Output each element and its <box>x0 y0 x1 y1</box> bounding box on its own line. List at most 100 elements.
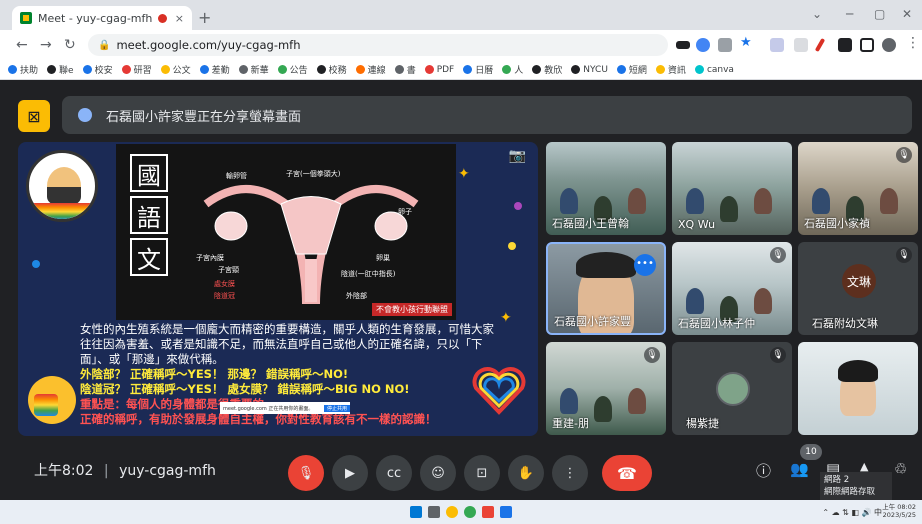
bookmark-label: 教欣 <box>544 66 563 76</box>
bookmark-item[interactable]: 教欣 <box>532 63 562 76</box>
participant-tile[interactable]: 🎙 石磊國小林子仲 <box>672 242 792 335</box>
bookmark-label: 差勤 <box>211 66 230 76</box>
minimize-button[interactable]: ─ <box>846 7 853 21</box>
leave-call-button[interactable]: ☎ <box>602 455 652 491</box>
chrome-icon[interactable] <box>446 506 458 518</box>
url-text: meet.google.com/yuy-cgag-mfh <box>116 38 301 52</box>
close-window-button[interactable]: ✕ <box>902 7 912 21</box>
camera-indicator-icon[interactable] <box>676 41 690 49</box>
bookmark-icon <box>82 65 92 74</box>
mic-off-icon: 🎙 <box>297 465 315 481</box>
participant-tile[interactable] <box>798 342 918 435</box>
mic-toggle-button[interactable]: 🎙 <box>288 455 324 491</box>
bookmark-icon <box>571 65 581 74</box>
participant-video <box>838 360 878 382</box>
profile-avatar[interactable] <box>882 38 896 52</box>
extension-icon[interactable] <box>770 38 784 52</box>
participant-video <box>594 396 612 422</box>
bookmark-item[interactable]: 公文 <box>160 63 191 76</box>
start-icon[interactable] <box>410 506 422 518</box>
google-icon[interactable] <box>696 38 710 52</box>
menu-kebab-icon[interactable]: ⋮ <box>906 35 920 51</box>
bookmark-icon <box>199 65 209 74</box>
bookmark-item[interactable]: 短網 <box>616 63 647 76</box>
raise-hand-button[interactable]: ✋ <box>508 455 544 491</box>
decor-dot <box>32 260 40 268</box>
tab-meet[interactable]: Meet - yuy-cgag-mfh × <box>12 6 192 30</box>
forward-button[interactable]: → <box>40 37 52 53</box>
reactions-button[interactable]: ☺ <box>420 455 456 491</box>
bookmark-item[interactable]: 新華 <box>238 63 269 76</box>
bookmark-item[interactable]: 研習 <box>121 63 152 76</box>
participant-tile[interactable]: 🎙 楊紫捷 <box>672 342 792 435</box>
mic-off-icon: 🎙 <box>770 347 786 363</box>
decor-dot <box>508 242 516 250</box>
pen-icon[interactable] <box>814 37 826 53</box>
share-icon[interactable] <box>718 38 732 52</box>
participant-tile[interactable]: 🎙 重建-朋 <box>546 342 666 435</box>
app-icon[interactable] <box>482 506 494 518</box>
tab-close-button[interactable]: × <box>175 12 184 25</box>
people-icon[interactable]: 👥 <box>790 460 809 478</box>
label-vaginal-crown: 陰道冠 <box>214 291 235 300</box>
taskbar-clock[interactable]: 上午 08:02 2023/5/25 <box>882 503 916 519</box>
puzzle-icon[interactable] <box>838 38 852 52</box>
app-icon[interactable] <box>500 506 512 518</box>
back-button[interactable]: ← <box>16 37 28 53</box>
participant-tile[interactable]: 🎙 石磊國小家禎 <box>798 142 918 235</box>
presentation-view[interactable]: 國 語 文 子宮(一個拳頭大) 輸卵管 子宮內膜 卵巢 卵子 子宮頸 陰道(一肛… <box>18 142 538 436</box>
bookmark-item[interactable]: 資訊 <box>655 63 686 76</box>
participant-tile[interactable]: ••• 石磊國小許家豐 <box>546 242 666 335</box>
label-top: 子宮(一個拳頭大) <box>286 169 341 178</box>
bookmark-item[interactable]: 校安 <box>82 63 113 76</box>
captions-button[interactable]: cc <box>376 455 412 491</box>
bookmark-item[interactable]: 連線 <box>355 63 386 76</box>
bookmark-item[interactable]: NYCU <box>571 65 608 75</box>
maximize-button[interactable]: ▢ <box>874 7 885 21</box>
mic-off-icon: 🎙 <box>770 247 786 263</box>
side-panel-icon[interactable] <box>860 38 874 52</box>
meet-main: ⊠ 石磊國小許家豐正在分享螢幕畫面 國 語 文 子宮(一個拳頭大) 輸卵管 子宮… <box>0 80 922 500</box>
participant-tile[interactable]: 文琳 🎙 石磊附幼文琳 <box>798 242 918 335</box>
present-off-icon: ⊠ <box>27 106 41 126</box>
camera-toggle-button[interactable]: ▶ <box>332 455 368 491</box>
participant-count-badge: 10 <box>800 444 822 460</box>
bookmark-item[interactable]: 日曆 <box>463 63 493 76</box>
participant-tile[interactable]: 石磊國小王曾翰 <box>546 142 666 235</box>
camera-icon[interactable]: 📷 <box>509 148 526 164</box>
present-button[interactable]: ⊡ <box>464 455 500 491</box>
participant-name: 石磊國小家禎 <box>804 217 870 230</box>
bookmark-label: 校務 <box>328 66 347 76</box>
url-bar[interactable]: 🔒 meet.google.com/yuy-cgag-mfh <box>88 34 668 56</box>
bookmark-item[interactable]: 扶助 <box>8 63 38 76</box>
slide-title-char: 語 <box>130 196 168 234</box>
screenshot-icon[interactable] <box>794 38 808 52</box>
presentation-toggle-button[interactable]: ⊠ <box>18 100 50 132</box>
bookmark-item[interactable]: 公告 <box>277 63 308 76</box>
meeting-info-icon[interactable]: ⓘ <box>756 460 771 481</box>
reload-button[interactable]: ↻ <box>64 37 76 53</box>
meeting-controls: 上午8:02 | yuy-cgag-mfh 🎙 ▶ cc ☺ ⊡ ✋ ⋮ ☎ ⓘ… <box>0 444 922 500</box>
bookmark-item[interactable]: 校務 <box>316 63 347 76</box>
bookmark-item[interactable]: 書 <box>394 63 416 76</box>
bookmark-label: NYCU <box>583 64 608 75</box>
cc-icon: cc <box>386 465 402 481</box>
bookmark-item[interactable]: 聯e <box>47 63 74 76</box>
bookmark-item[interactable]: 人 <box>502 63 523 76</box>
line-icon[interactable] <box>464 506 476 518</box>
sparkle-icon: ✦ <box>458 166 470 182</box>
bookmark-item[interactable]: 差勤 <box>199 63 230 76</box>
stop-sharing-button[interactable]: 停止共用 <box>323 404 350 412</box>
bookmark-item[interactable]: PDF <box>424 65 454 75</box>
bookmark-star-icon[interactable]: ★ <box>740 35 754 50</box>
more-options-button[interactable]: ⋮ <box>552 455 588 491</box>
system-tray[interactable]: ⌃ ☁ ⇅ ◧ 🔊 中 <box>822 507 882 518</box>
participant-tile[interactable]: XQ Wu <box>672 142 792 235</box>
bookmark-icon <box>160 65 170 74</box>
search-icon[interactable] <box>428 506 440 518</box>
tab-search-icon[interactable]: ⌄ <box>812 7 822 21</box>
new-tab-button[interactable]: + <box>198 8 211 27</box>
bookmark-item[interactable]: canva <box>694 65 734 75</box>
slide-line: 外陰部？ 正確稱呼～YES！ 那邊？ 錯誤稱呼～NO! <box>80 367 349 381</box>
activities-icon[interactable]: ♲ <box>894 460 907 478</box>
